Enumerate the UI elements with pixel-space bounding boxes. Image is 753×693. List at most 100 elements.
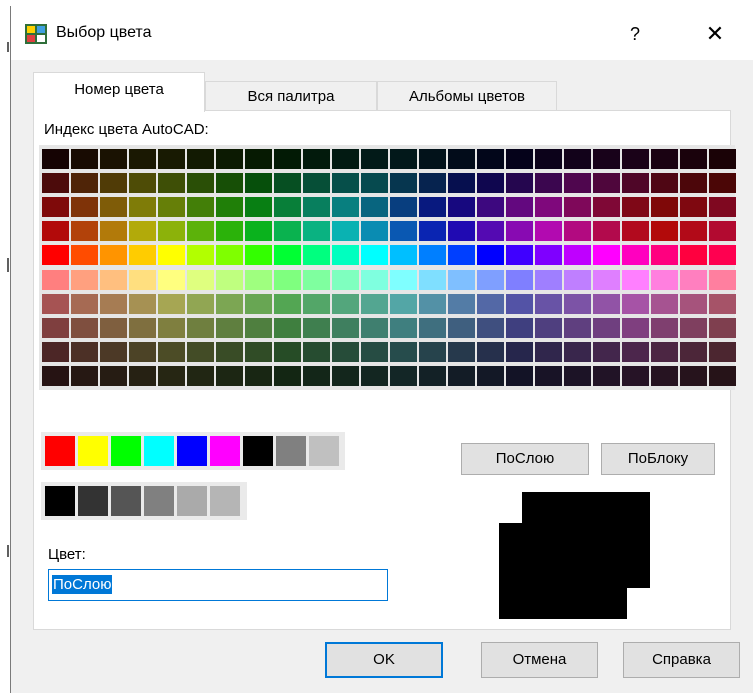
aci-color-swatch[interactable] (216, 173, 243, 193)
aci-color-swatch[interactable] (419, 173, 446, 193)
byblock-button[interactable]: ПоБлоку (601, 443, 715, 475)
standard-color-swatch[interactable] (177, 436, 207, 466)
aci-color-swatch[interactable] (709, 270, 736, 290)
aci-color-swatch[interactable] (245, 245, 272, 265)
aci-color-swatch[interactable] (477, 270, 504, 290)
aci-color-swatch[interactable] (158, 318, 185, 338)
aci-color-swatch[interactable] (477, 245, 504, 265)
standard-color-swatch[interactable] (243, 436, 273, 466)
aci-color-swatch[interactable] (216, 270, 243, 290)
aci-color-swatch[interactable] (187, 197, 214, 217)
aci-color-swatch[interactable] (158, 342, 185, 362)
aci-color-swatch[interactable] (651, 173, 678, 193)
aci-color-swatch[interactable] (535, 270, 562, 290)
aci-color-swatch[interactable] (129, 197, 156, 217)
aci-color-swatch[interactable] (216, 149, 243, 169)
aci-color-swatch[interactable] (303, 318, 330, 338)
aci-color-swatch[interactable] (535, 221, 562, 241)
aci-color-swatch[interactable] (680, 221, 707, 241)
aci-color-swatch[interactable] (158, 149, 185, 169)
aci-color-swatch[interactable] (42, 270, 69, 290)
aci-color-swatch[interactable] (593, 197, 620, 217)
standard-color-swatch[interactable] (309, 436, 339, 466)
aci-color-swatch[interactable] (651, 318, 678, 338)
aci-color-swatch[interactable] (680, 366, 707, 386)
aci-color-swatch[interactable] (506, 197, 533, 217)
standard-color-swatch[interactable] (111, 486, 141, 516)
aci-color-swatch[interactable] (158, 294, 185, 314)
aci-color-swatch[interactable] (622, 173, 649, 193)
aci-color-swatch[interactable] (651, 221, 678, 241)
aci-color-swatch[interactable] (622, 245, 649, 265)
aci-color-swatch[interactable] (390, 197, 417, 217)
aci-color-swatch[interactable] (100, 245, 127, 265)
aci-color-swatch[interactable] (245, 342, 272, 362)
aci-color-swatch[interactable] (651, 197, 678, 217)
aci-color-swatch[interactable] (564, 270, 591, 290)
aci-color-swatch[interactable] (129, 245, 156, 265)
aci-color-swatch[interactable] (564, 149, 591, 169)
help-button[interactable]: Справка (623, 642, 740, 678)
aci-color-swatch[interactable] (651, 270, 678, 290)
aci-color-swatch[interactable] (448, 366, 475, 386)
aci-color-swatch[interactable] (129, 173, 156, 193)
aci-color-swatch[interactable] (390, 294, 417, 314)
aci-color-swatch[interactable] (187, 173, 214, 193)
standard-color-swatch[interactable] (177, 486, 207, 516)
aci-color-swatch[interactable] (477, 221, 504, 241)
aci-color-swatch[interactable] (506, 366, 533, 386)
aci-color-swatch[interactable] (535, 197, 562, 217)
aci-color-swatch[interactable] (680, 245, 707, 265)
aci-color-swatch[interactable] (506, 245, 533, 265)
aci-color-swatch[interactable] (622, 366, 649, 386)
aci-color-swatch[interactable] (361, 318, 388, 338)
aci-color-swatch[interactable] (332, 173, 359, 193)
aci-color-swatch[interactable] (129, 366, 156, 386)
aci-color-swatch[interactable] (274, 318, 301, 338)
aci-color-swatch[interactable] (390, 221, 417, 241)
aci-color-swatch[interactable] (448, 318, 475, 338)
aci-color-swatch[interactable] (593, 149, 620, 169)
color-input[interactable]: ПоСлою (48, 569, 388, 601)
aci-color-swatch[interactable] (535, 294, 562, 314)
aci-color-swatch[interactable] (535, 342, 562, 362)
aci-color-swatch[interactable] (100, 149, 127, 169)
aci-color-swatch[interactable] (158, 366, 185, 386)
aci-color-swatch[interactable] (158, 221, 185, 241)
aci-color-swatch[interactable] (680, 149, 707, 169)
aci-color-swatch[interactable] (622, 221, 649, 241)
aci-color-swatch[interactable] (42, 366, 69, 386)
aci-color-swatch[interactable] (303, 197, 330, 217)
aci-color-swatch[interactable] (71, 197, 98, 217)
close-button[interactable]: ✕ (693, 18, 737, 50)
aci-color-swatch[interactable] (71, 294, 98, 314)
aci-color-swatch[interactable] (71, 173, 98, 193)
aci-color-swatch[interactable] (506, 221, 533, 241)
aci-color-swatch[interactable] (506, 342, 533, 362)
aci-color-swatch[interactable] (303, 149, 330, 169)
standard-color-swatch[interactable] (210, 486, 240, 516)
tab-color-books[interactable]: Альбомы цветов (377, 81, 557, 111)
standard-color-swatch[interactable] (45, 486, 75, 516)
aci-color-swatch[interactable] (506, 149, 533, 169)
aci-color-swatch[interactable] (332, 197, 359, 217)
aci-color-swatch[interactable] (187, 245, 214, 265)
aci-color-swatch[interactable] (419, 197, 446, 217)
aci-color-swatch[interactable] (709, 294, 736, 314)
aci-color-swatch[interactable] (216, 318, 243, 338)
aci-color-swatch[interactable] (680, 173, 707, 193)
aci-color-swatch[interactable] (71, 318, 98, 338)
standard-color-swatch[interactable] (45, 436, 75, 466)
aci-color-swatch[interactable] (390, 149, 417, 169)
aci-color-swatch[interactable] (680, 294, 707, 314)
aci-color-swatch[interactable] (390, 270, 417, 290)
aci-color-swatch[interactable] (622, 342, 649, 362)
aci-color-swatch[interactable] (71, 270, 98, 290)
aci-color-swatch[interactable] (187, 366, 214, 386)
aci-color-swatch[interactable] (332, 149, 359, 169)
aci-color-swatch[interactable] (564, 366, 591, 386)
aci-color-swatch[interactable] (71, 221, 98, 241)
aci-color-swatch[interactable] (709, 245, 736, 265)
aci-color-swatch[interactable] (129, 270, 156, 290)
aci-color-swatch[interactable] (448, 270, 475, 290)
